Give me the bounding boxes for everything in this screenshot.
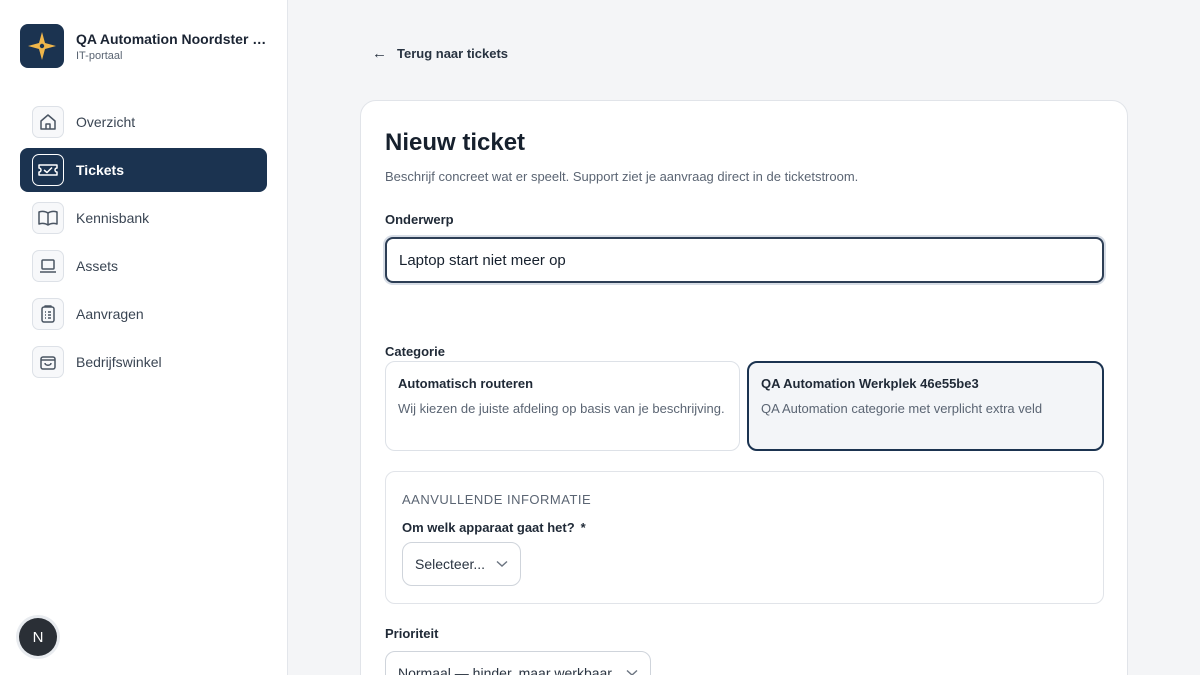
laptop-icon [32, 250, 64, 282]
subject-label: Onderwerp [385, 212, 454, 227]
device-select[interactable]: Selecteer... [402, 542, 521, 586]
new-ticket-form: Nieuw ticket Beschrijf concreet wat er s… [360, 100, 1128, 675]
category-option-title: QA Automation Werkplek 46e55be3 [761, 376, 979, 391]
sidebar-item-assets[interactable]: Assets [20, 244, 267, 288]
avatar[interactable]: N [19, 618, 57, 656]
sidebar-item-label: Aanvragen [76, 306, 144, 322]
home-icon [32, 106, 64, 138]
section-heading: AANVULLENDE INFORMATIE [402, 492, 592, 507]
chevron-down-icon [496, 557, 508, 571]
device-question-label: Om welk apparaat gaat het? * [402, 520, 586, 535]
device-select-value: Selecteer... [415, 556, 486, 572]
page-title: Nieuw ticket [385, 129, 526, 156]
sidebar-nav: Overzicht Tickets Kennisbank Assets Aanv… [20, 100, 267, 388]
sidebar-item-label: Tickets [76, 162, 124, 178]
form-description: Beschrijf concreet wat er speelt. Suppor… [385, 169, 859, 184]
sidebar-item-overzicht[interactable]: Overzicht [20, 100, 267, 144]
sidebar-item-aanvragen[interactable]: Aanvragen [20, 292, 267, 336]
sidebar-item-label: Kennisbank [76, 210, 150, 226]
required-mark: * [580, 520, 586, 535]
subject-input[interactable] [385, 237, 1104, 283]
priority-label: Prioriteit [385, 626, 439, 641]
category-option-description: Wij kiezen de juiste afdeling op basis v… [398, 401, 725, 416]
sidebar-item-label: Overzicht [76, 114, 136, 130]
clipboard-icon [32, 298, 64, 330]
sidebar-item-label: Bedrijfswinkel [76, 354, 162, 370]
back-link-label: Terug naar tickets [397, 46, 509, 61]
sidebar: QA Automation Noordster T... IT-portaal … [0, 0, 288, 675]
brand-logo [20, 24, 64, 68]
category-option-title: Automatisch routeren [398, 376, 534, 391]
sidebar-item-kennisbank[interactable]: Kennisbank [20, 196, 267, 240]
sidebar-item-bedrijfswinkel[interactable]: Bedrijfswinkel [20, 340, 267, 384]
sidebar-item-tickets[interactable]: Tickets [20, 148, 267, 192]
brand-subtitle: IT-portaal [76, 49, 123, 62]
chevron-down-icon [626, 666, 638, 675]
priority-select[interactable]: Normaal — hinder, maar werkbaar [385, 651, 651, 675]
brand[interactable]: QA Automation Noordster T... IT-portaal [20, 24, 268, 68]
priority-select-value: Normaal — hinder, maar werkbaar [398, 665, 612, 675]
ticket-icon [32, 154, 64, 186]
compass-star-icon [28, 32, 56, 60]
category-label: Categorie [385, 344, 445, 359]
back-to-tickets-link[interactable]: ← Terug naar tickets [372, 45, 508, 62]
shopping-bag-icon [32, 346, 64, 378]
category-option-description: QA Automation categorie met verplicht ex… [761, 401, 1043, 416]
category-option-werkplek[interactable]: QA Automation Werkplek 46e55be3 QA Autom… [747, 361, 1104, 451]
category-option-auto-route[interactable]: Automatisch routeren Wij kiezen de juist… [385, 361, 740, 451]
book-icon [32, 202, 64, 234]
arrow-left-icon: ← [372, 45, 387, 62]
additional-info-section: AANVULLENDE INFORMATIE Om welk apparaat … [385, 471, 1104, 604]
brand-title: QA Automation Noordster T... [76, 30, 268, 47]
sidebar-item-label: Assets [76, 258, 119, 274]
device-question-text: Om welk apparaat gaat het? [402, 520, 575, 535]
